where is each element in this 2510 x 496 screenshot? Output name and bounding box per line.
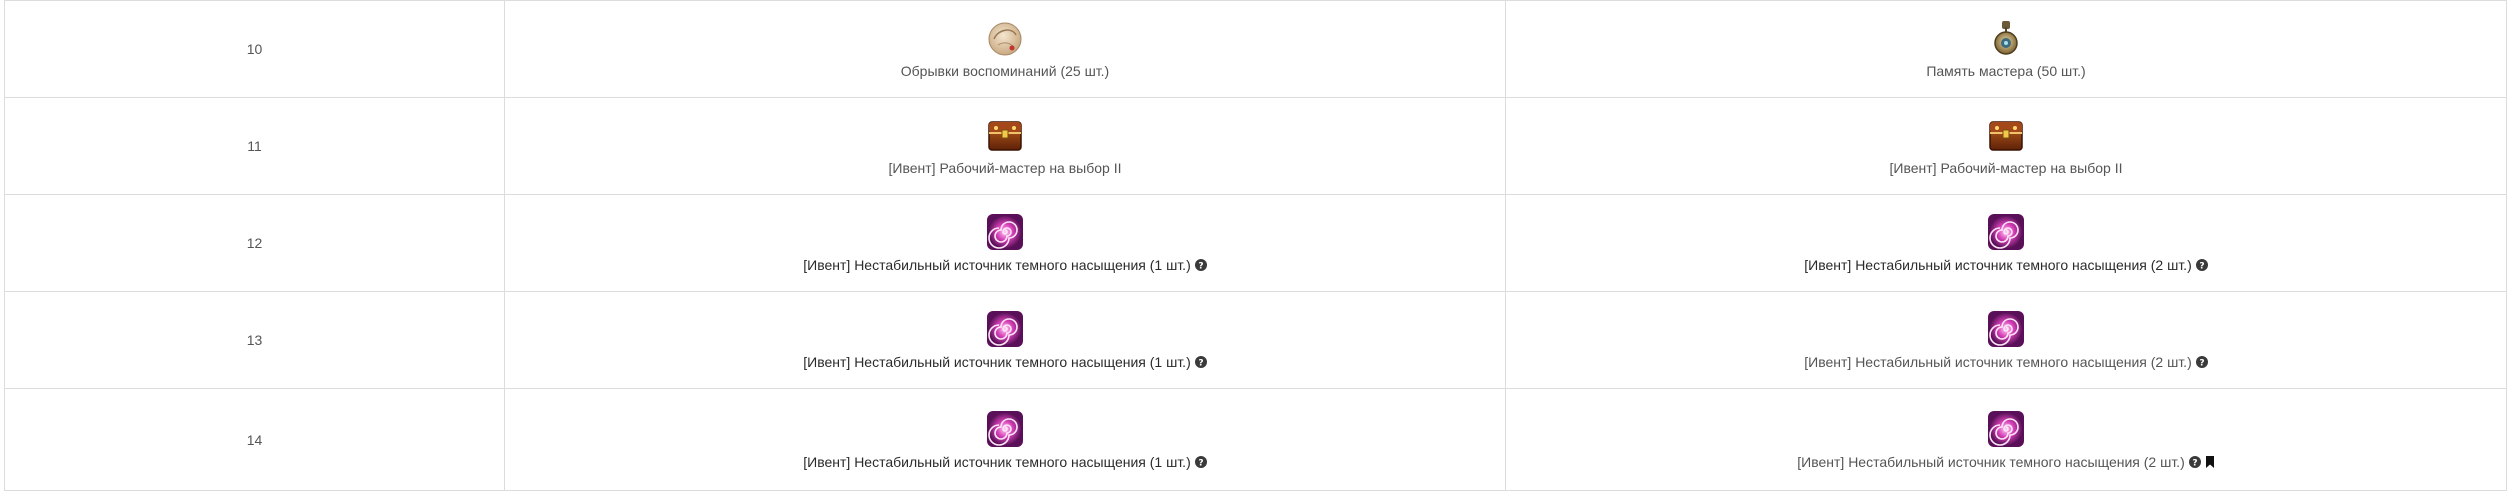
reward-cell-right: [Ивент] Нестабильный источник темного на… [1505, 291, 2507, 389]
dark-spiral-icon[interactable] [1987, 213, 2025, 251]
svg-text:?: ? [2192, 458, 2197, 468]
svg-text:?: ? [1198, 458, 1203, 468]
treasure-chest-icon[interactable] [986, 116, 1024, 154]
help-icon[interactable]: ? [1194, 356, 1207, 368]
reward-cell-right: Память мастера (50 шт.) [1505, 0, 2507, 98]
reward-cell-left: [Ивент] Нестабильный источник темного на… [504, 388, 1506, 491]
help-icon[interactable]: ? [2195, 356, 2208, 368]
reward-label[interactable]: [Ивент] Рабочий-мастер на выбор II [1890, 160, 2123, 176]
dark-spiral-icon[interactable] [986, 310, 1024, 348]
table-row: 11 [Ивент] Рабочий-мастер на выбор II [И… [4, 97, 2507, 195]
reward-label[interactable]: [Ивент] Нестабильный источник темного на… [803, 354, 1191, 370]
help-icon[interactable]: ? [2195, 259, 2208, 271]
svg-text:?: ? [2199, 261, 2204, 271]
reward-label-row: [Ивент] Нестабильный источник темного на… [1804, 257, 2208, 273]
svg-text:?: ? [1198, 261, 1203, 271]
reward-label[interactable]: [Ивент] Нестабильный источник темного на… [803, 454, 1191, 470]
row-number-cell: 10 [4, 0, 505, 98]
reward-label[interactable]: [Ивент] Нестабильный источник темного на… [1797, 454, 2185, 470]
svg-text:?: ? [1198, 358, 1203, 368]
bookmark-icon[interactable] [2205, 455, 2215, 468]
reward-label[interactable]: Обрывки воспоминаний (25 шт.) [901, 63, 1109, 79]
reward-label[interactable]: [Ивент] Рабочий-мастер на выбор II [889, 160, 1122, 176]
reward-cell-right: [Ивент] Рабочий-мастер на выбор II [1505, 97, 2507, 195]
row-number-cell: 13 [4, 291, 505, 389]
help-icon[interactable]: ? [2188, 455, 2201, 468]
reward-cell-left: [Ивент] Рабочий-мастер на выбор II [504, 97, 1506, 195]
reward-cell-left: [Ивент] Нестабильный источник темного на… [504, 194, 1506, 292]
reward-label-row: [Ивент] Нестабильный источник темного на… [803, 454, 1207, 470]
reward-cell-left: Обрывки воспоминаний (25 шт.) [504, 0, 1506, 98]
parchment-scroll-icon[interactable] [986, 19, 1024, 57]
row-number-cell: 11 [4, 97, 505, 195]
help-icon[interactable]: ? [1194, 455, 1207, 468]
row-number-cell: 12 [4, 194, 505, 292]
reward-label-row: [Ивент] Нестабильный источник темного на… [1797, 454, 2215, 470]
row-number: 14 [246, 431, 263, 448]
reward-label[interactable]: Память мастера (50 шт.) [1926, 63, 2085, 79]
row-number: 13 [246, 332, 263, 348]
reward-label-row: [Ивент] Нестабильный источник темного на… [1804, 354, 2208, 370]
rewards-table: 10 Обрывки воспоминаний (25 шт.) Память … [4, 0, 2507, 491]
reward-label-row: [Ивент] Нестабильный источник темного на… [803, 257, 1207, 273]
row-number: 12 [246, 235, 263, 251]
dark-spiral-icon[interactable] [986, 410, 1024, 448]
table-row: 13 [Ивент] Нестабильный источник темного… [4, 291, 2507, 389]
table-row: 10 Обрывки воспоминаний (25 шт.) Память … [4, 0, 2507, 98]
reward-cell-right: [Ивент] Нестабильный источник темного на… [1505, 194, 2507, 292]
master-memory-amulet-icon[interactable] [1987, 19, 2025, 57]
reward-cell-left: [Ивент] Нестабильный источник темного на… [504, 291, 1506, 389]
dark-spiral-icon[interactable] [1987, 410, 2025, 448]
reward-label[interactable]: [Ивент] Нестабильный источник темного на… [1804, 354, 2192, 370]
reward-label[interactable]: [Ивент] Нестабильный источник темного на… [1804, 257, 2192, 273]
table-row: 14 [Ивент] Нестабильный источник темного… [4, 388, 2507, 491]
reward-cell-right: [Ивент] Нестабильный источник темного на… [1505, 388, 2507, 491]
dark-spiral-icon[interactable] [1987, 310, 2025, 348]
reward-label-row: [Ивент] Нестабильный источник темного на… [803, 354, 1207, 370]
row-number: 10 [246, 41, 263, 57]
reward-label[interactable]: [Ивент] Нестабильный источник темного на… [803, 257, 1191, 273]
treasure-chest-icon[interactable] [1987, 116, 2025, 154]
table-row: 12 [Ивент] Нестабильный источник темного… [4, 194, 2507, 292]
dark-spiral-icon[interactable] [986, 213, 1024, 251]
row-number: 11 [247, 138, 262, 154]
svg-text:?: ? [2199, 358, 2204, 368]
row-number-cell: 14 [4, 388, 505, 491]
help-icon[interactable]: ? [1194, 259, 1207, 271]
